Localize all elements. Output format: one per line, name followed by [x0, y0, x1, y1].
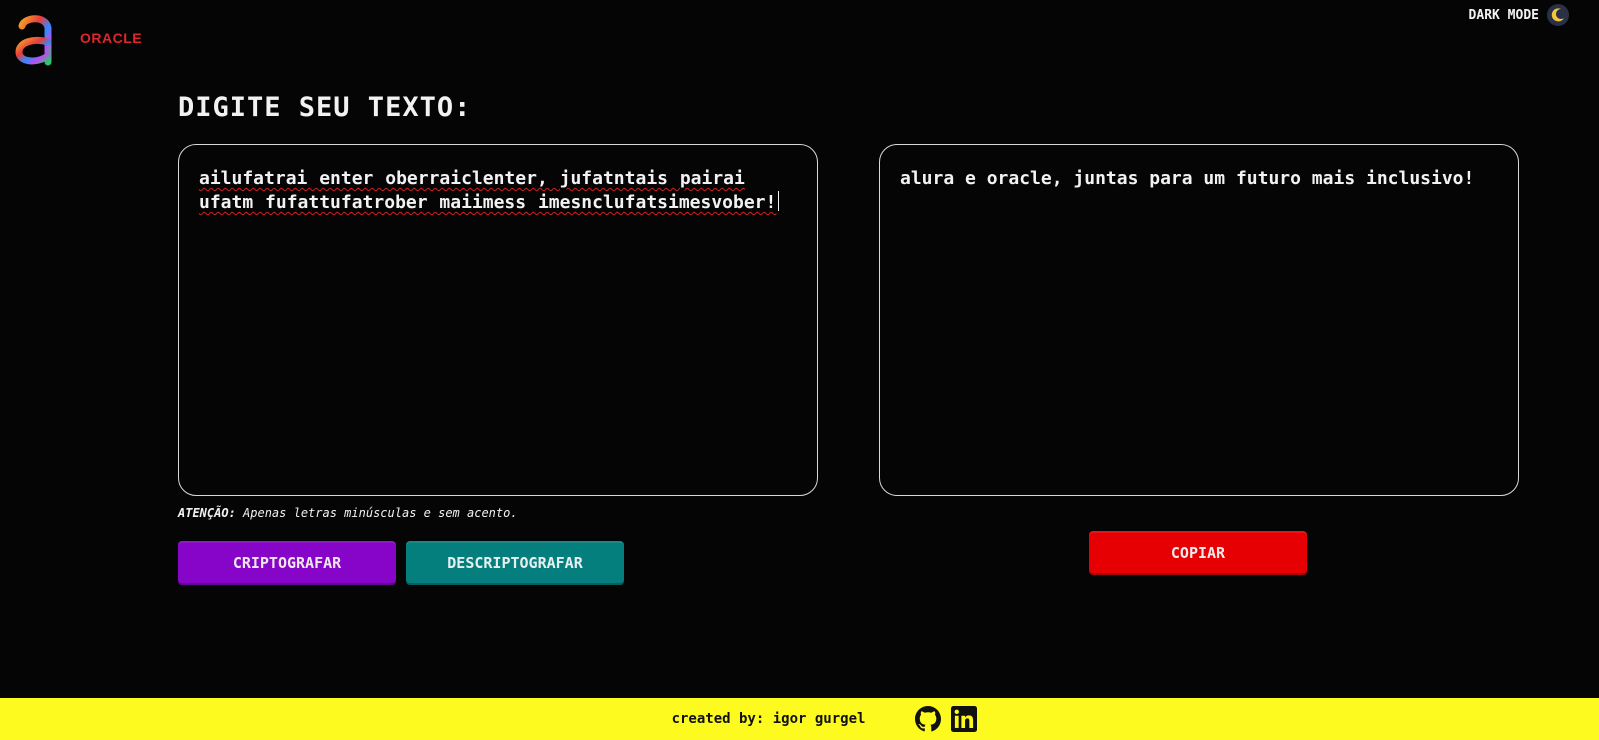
output-text: alura e oracle, juntas para um futuro ma…	[900, 168, 1475, 189]
result-output[interactable]: alura e oracle, juntas para um futuro ma…	[879, 144, 1519, 496]
page-heading: DIGITE SEU TEXTO:	[178, 92, 472, 123]
moon-icon[interactable]	[1547, 4, 1569, 26]
text-input[interactable]: ailufatrai enter oberraiclenter, jufatnt…	[178, 144, 818, 496]
input-text: ailufatrai enter oberraiclenter, jufatnt…	[199, 168, 777, 213]
alura-logo	[15, 15, 52, 66]
footer: created by: igor gurgel	[0, 698, 1599, 740]
warning-text: Apenas letras minúsculas e sem acento.	[243, 506, 518, 520]
social-links	[915, 706, 978, 732]
linkedin-icon[interactable]	[951, 706, 978, 732]
oracle-logo: ORACLE	[80, 30, 143, 46]
dark-mode-toggle[interactable]: DARK MODE	[1469, 4, 1569, 26]
footer-credit: created by: igor gurgel	[671, 711, 866, 727]
dark-mode-label: DARK MODE	[1468, 7, 1539, 23]
warning-note: ATENÇÃO: Apenas letras minúsculas e sem …	[178, 506, 518, 520]
github-icon[interactable]	[915, 706, 942, 732]
encrypt-button[interactable]: CRIPTOGRAFAR	[178, 541, 396, 585]
copy-button[interactable]: COPIAR	[1089, 531, 1307, 575]
warning-label: ATENÇÃO:	[178, 506, 236, 520]
decrypt-button[interactable]: DESCRIPTOGRAFAR	[406, 541, 624, 585]
page: ORACLE DARK MODE DIGITE SEU TEXTO: ailuf…	[0, 0, 1599, 740]
text-caret	[778, 191, 780, 211]
